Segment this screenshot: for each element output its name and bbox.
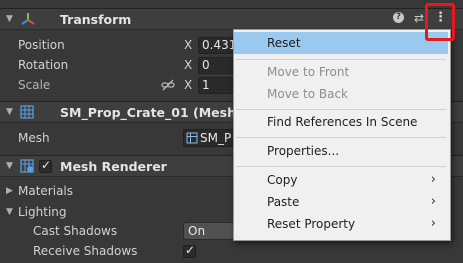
expand-arrow-icon[interactable]: ▼ <box>6 14 13 24</box>
link-icon[interactable] <box>161 78 175 92</box>
menu-item-move-to-back[interactable]: Move to Back <box>234 83 448 105</box>
mesh-value: SM_P <box>200 131 232 145</box>
expand-arrow-icon[interactable]: ▼ <box>6 161 13 171</box>
menu-separator <box>236 109 446 110</box>
scale-x-label: X <box>184 78 193 92</box>
submenu-arrow-icon: › <box>430 216 436 231</box>
rotation-x-label: X <box>184 58 193 72</box>
cast-shadows-dropdown[interactable]: On <box>183 222 238 240</box>
transform-icon <box>21 13 35 25</box>
lighting-label[interactable]: Lighting <box>18 205 67 219</box>
menu-item-properties[interactable]: Properties... <box>234 140 448 162</box>
mesh-object-field[interactable]: SM_P <box>183 129 238 147</box>
preset-icon[interactable]: ⇄ <box>414 11 424 25</box>
mesh-renderer-icon <box>20 159 34 173</box>
scale-label: Scale <box>18 78 51 92</box>
scale-x-field[interactable]: 1 <box>198 77 238 94</box>
materials-label[interactable]: Materials <box>18 184 73 198</box>
submenu-arrow-icon: › <box>430 194 436 209</box>
submenu-arrow-icon: › <box>430 172 436 187</box>
menu-separator <box>236 59 446 60</box>
help-icon[interactable]: ? <box>393 12 404 23</box>
transform-header[interactable]: ▼ Transform ? ⇄ ⋮ <box>0 8 463 30</box>
mesh-renderer-enabled-checkbox[interactable] <box>39 158 52 173</box>
materials-expand-icon[interactable]: ▶ <box>6 186 13 196</box>
lighting-expand-icon[interactable]: ▼ <box>6 207 13 217</box>
menu-item-copy[interactable]: Copy › <box>234 169 448 191</box>
annotation-highlight-box <box>425 3 455 41</box>
receive-shadows-label: Receive Shadows <box>33 244 138 258</box>
menu-item-reset[interactable]: Reset <box>234 32 448 54</box>
position-x-field[interactable]: 0.431 <box>198 37 238 54</box>
mesh-icon <box>186 132 198 144</box>
receive-shadows-checkbox[interactable] <box>183 243 196 258</box>
menu-item-paste[interactable]: Paste › <box>234 191 448 213</box>
menu-item-find-references[interactable]: Find References In Scene <box>234 111 448 133</box>
menu-separator <box>236 137 446 138</box>
mesh-renderer-title: Mesh Renderer <box>60 159 167 174</box>
transform-title: Transform <box>60 12 132 27</box>
rotation-label: Rotation <box>18 58 69 72</box>
cast-shadows-label: Cast Shadows <box>33 224 118 238</box>
mesh-label: Mesh <box>18 131 50 145</box>
rotation-x-field[interactable]: 0 <box>198 57 238 74</box>
menu-separator <box>236 166 446 167</box>
mesh-filter-icon <box>20 105 34 119</box>
position-x-label: X <box>184 38 193 52</box>
position-label: Position <box>18 38 65 52</box>
menu-item-reset-property[interactable]: Reset Property › <box>234 213 448 235</box>
expand-arrow-icon[interactable]: ▼ <box>6 107 13 117</box>
context-menu: Reset Move to Front Move to Back Find Re… <box>233 29 451 241</box>
menu-item-move-to-front[interactable]: Move to Front <box>234 61 448 83</box>
